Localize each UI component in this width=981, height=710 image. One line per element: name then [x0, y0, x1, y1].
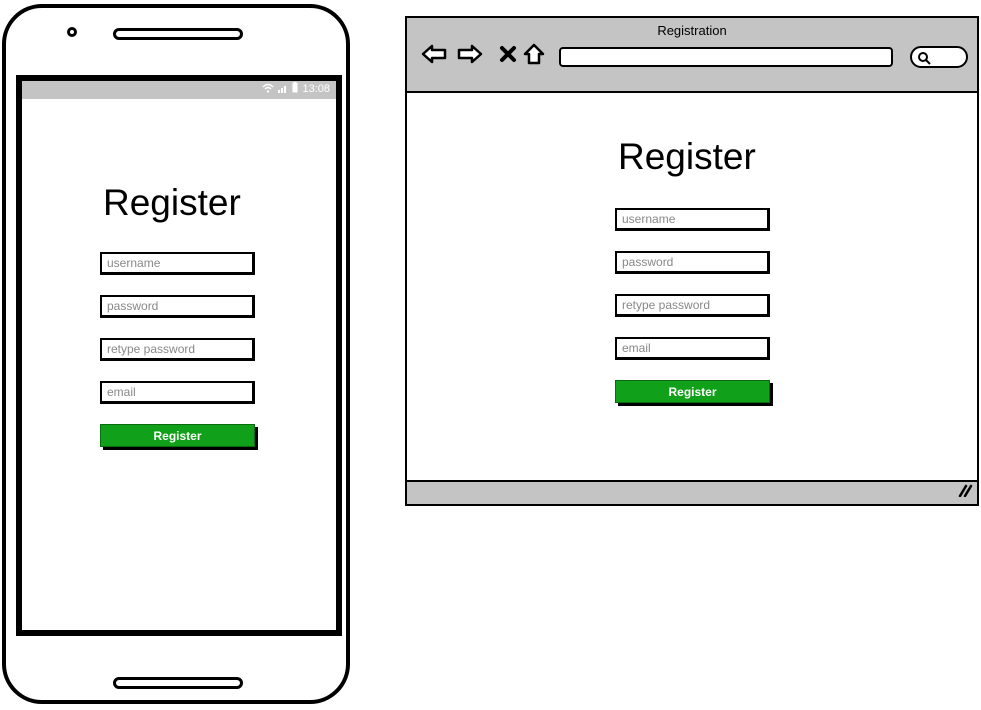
wifi-icon [262, 83, 274, 96]
register-button[interactable]: Register [615, 380, 770, 403]
retype-password-field[interactable] [100, 338, 255, 361]
browser-window: Registration Register Register [405, 16, 979, 506]
home-icon[interactable] [521, 41, 547, 67]
search-icon [917, 50, 931, 69]
browser-toolbar: Registration [407, 18, 977, 93]
close-icon[interactable] [495, 41, 521, 67]
phone-screen: 13:08 Register Register [16, 75, 342, 636]
register-button[interactable]: Register [100, 424, 255, 447]
signal-icon [278, 83, 288, 96]
phone-speaker [113, 28, 243, 40]
page-title: Register [103, 182, 241, 223]
username-field[interactable] [100, 252, 255, 275]
email-field[interactable] [100, 381, 255, 404]
browser-status-bar [407, 480, 977, 504]
password-field[interactable] [100, 295, 255, 318]
forward-arrow-icon[interactable] [457, 41, 483, 67]
email-field[interactable] [615, 337, 770, 360]
address-bar[interactable] [559, 47, 893, 67]
page-title: Register [618, 136, 756, 177]
username-field[interactable] [615, 208, 770, 231]
back-arrow-icon[interactable] [421, 41, 447, 67]
phone-camera [67, 27, 77, 37]
password-field[interactable] [615, 251, 770, 274]
browser-title: Registration [657, 23, 727, 38]
browser-search-box[interactable] [910, 46, 968, 68]
battery-icon [292, 82, 298, 96]
phone-status-bar: 13:08 [22, 81, 336, 99]
resize-grip-icon[interactable] [957, 482, 973, 501]
phone-home-button[interactable] [113, 677, 243, 689]
retype-password-field[interactable] [615, 294, 770, 317]
status-time: 13:08 [302, 83, 330, 95]
